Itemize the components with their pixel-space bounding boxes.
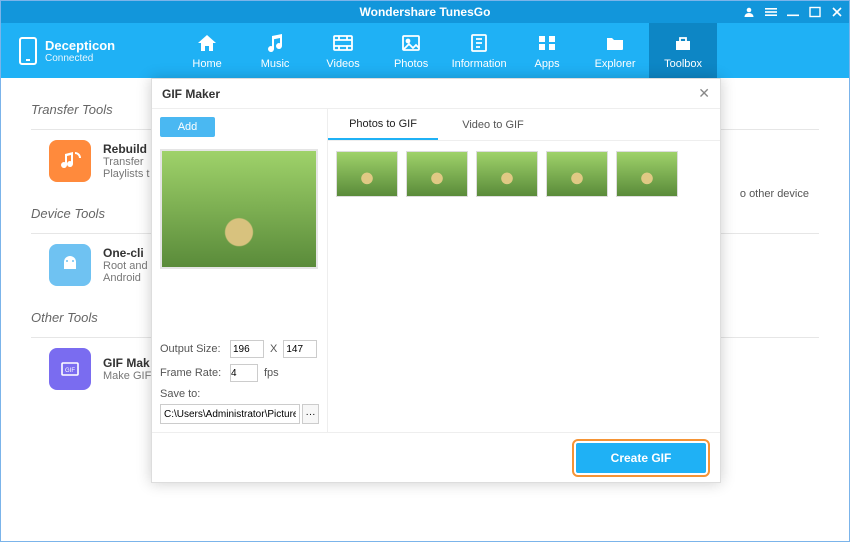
tab-music[interactable]: Music	[241, 23, 309, 78]
thumbnail[interactable]	[616, 151, 678, 197]
output-x: X	[270, 343, 277, 355]
tab-toolbox-label: Toolbox	[664, 58, 702, 70]
side-text: o other device	[740, 188, 809, 200]
menu-icon[interactable]	[765, 6, 777, 18]
tool-rebuild-title: Rebuild	[103, 142, 149, 156]
create-gif-button[interactable]: Create GIF	[576, 443, 706, 473]
settings-panel: Output Size: X Frame Rate: fps Save to:	[160, 334, 319, 424]
output-size-label: Output Size:	[160, 343, 224, 355]
dialog-title: GIF Maker	[162, 87, 220, 101]
dialog-header: GIF Maker ✕	[152, 79, 720, 109]
user-icon[interactable]	[743, 6, 755, 18]
tab-information[interactable]: Information	[445, 23, 513, 78]
tab-videos[interactable]: Videos	[309, 23, 377, 78]
thumbnail[interactable]	[336, 151, 398, 197]
tool-oneclick-title: One-cli	[103, 246, 148, 260]
device-info[interactable]: Decepticon Connected	[1, 37, 133, 65]
folder-icon	[603, 32, 627, 54]
frame-rate-input[interactable]	[230, 364, 258, 382]
main-area: Transfer Tools Rebuild Transfer Playlist…	[1, 78, 849, 541]
save-path-input[interactable]	[160, 404, 300, 424]
preview-image	[160, 149, 318, 269]
save-to-label: Save to:	[160, 388, 319, 400]
dialog-footer: Create GIF	[152, 432, 720, 482]
tool-oneclick-desc1: Root and	[103, 260, 148, 272]
gif-maker-dialog: GIF Maker ✕ Add Output Size: X	[151, 78, 721, 483]
tool-gifmaker-desc: Make GIF	[103, 370, 151, 382]
nav-tabs: Home Music Videos Photos Information App…	[173, 23, 717, 78]
thumbnail[interactable]	[476, 151, 538, 197]
toolbox-icon	[671, 32, 695, 54]
tab-toolbox[interactable]: Toolbox	[649, 23, 717, 78]
device-name: Decepticon	[45, 38, 115, 53]
tool-gifmaker-title: GIF Mak	[103, 356, 151, 370]
output-width-input[interactable]	[230, 340, 264, 358]
left-pane: Add Output Size: X Frame Rate: fps	[152, 109, 328, 432]
add-button[interactable]: Add	[160, 117, 215, 137]
app-title: Wondershare TunesGo	[360, 5, 491, 19]
tab-music-label: Music	[261, 58, 290, 70]
thumbnail-strip	[328, 141, 720, 207]
tab-videos-label: Videos	[326, 58, 359, 70]
tool-oneclick-desc2: Android	[103, 272, 141, 284]
android-icon	[49, 244, 91, 286]
photo-icon	[399, 32, 423, 54]
titlebar: Wondershare TunesGo	[1, 1, 849, 23]
subtabs: Photos to GIF Video to GIF	[328, 109, 720, 141]
maximize-icon[interactable]	[809, 6, 821, 18]
tool-rebuild-desc2: Playlists t	[103, 168, 149, 180]
home-icon	[195, 32, 219, 54]
svg-text:GIF: GIF	[65, 368, 75, 374]
app-window: Wondershare TunesGo Decepticon Connected…	[0, 0, 850, 542]
device-status: Connected	[45, 53, 115, 64]
tab-photos[interactable]: Photos	[377, 23, 445, 78]
subtab-photos[interactable]: Photos to GIF	[328, 109, 438, 140]
tab-home[interactable]: Home	[173, 23, 241, 78]
tab-information-label: Information	[452, 58, 507, 70]
window-controls	[743, 1, 843, 23]
phone-icon	[19, 37, 37, 65]
rebuild-icon	[49, 140, 91, 182]
tab-apps[interactable]: Apps	[513, 23, 581, 78]
music-icon	[263, 32, 287, 54]
tab-explorer-label: Explorer	[595, 58, 636, 70]
frame-rate-label: Frame Rate:	[160, 367, 224, 379]
right-pane: Photos to GIF Video to GIF	[328, 109, 720, 432]
close-icon[interactable]	[831, 6, 843, 18]
tab-apps-label: Apps	[535, 58, 560, 70]
thumbnail[interactable]	[406, 151, 468, 197]
gif-icon: GIF	[49, 348, 91, 390]
minimize-icon[interactable]	[787, 6, 799, 18]
video-icon	[331, 32, 355, 54]
tab-explorer[interactable]: Explorer	[581, 23, 649, 78]
fps-unit: fps	[264, 367, 279, 379]
output-height-input[interactable]	[283, 340, 317, 358]
tab-home-label: Home	[192, 58, 221, 70]
apps-icon	[535, 32, 559, 54]
info-icon	[467, 32, 491, 54]
browse-button[interactable]: ···	[302, 404, 319, 424]
topbar: Decepticon Connected Home Music Videos P…	[1, 23, 849, 78]
tool-rebuild-desc1: Transfer	[103, 156, 149, 168]
dialog-close-icon[interactable]: ✕	[698, 85, 710, 102]
tab-photos-label: Photos	[394, 58, 428, 70]
thumbnail[interactable]	[546, 151, 608, 197]
subtab-video[interactable]: Video to GIF	[438, 109, 548, 140]
dialog-body: Add Output Size: X Frame Rate: fps	[152, 109, 720, 432]
